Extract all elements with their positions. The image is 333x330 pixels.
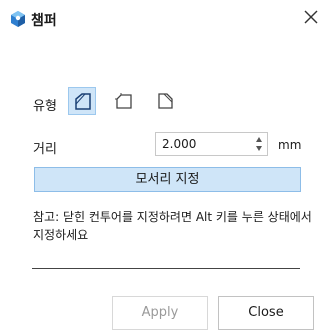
chamfer-two-distance-icon	[115, 93, 132, 109]
distance-label: 거리	[33, 142, 57, 157]
spinner-arrows-icon[interactable]	[254, 134, 264, 154]
hint-note: 참고: 닫힌 컨투어를 지정하려면 Alt 키를 누른 상태에서 지정하세요	[33, 210, 312, 242]
type-distance-angle-button[interactable]	[152, 87, 180, 115]
apply-button[interactable]: Apply	[112, 296, 208, 330]
distance-value: 2.000	[162, 137, 197, 151]
distance-unit: mm	[278, 138, 302, 152]
type-label: 유형	[33, 99, 57, 114]
window-title: 챔퍼	[31, 13, 57, 29]
select-edges-button[interactable]: 모서리 지정	[34, 167, 301, 192]
type-two-distance-button[interactable]	[110, 87, 138, 115]
divider	[32, 268, 300, 269]
chamfer-distance-angle-icon	[158, 93, 173, 109]
close-button[interactable]: Close	[218, 296, 314, 330]
title-bar: 챔퍼	[0, 0, 333, 36]
close-icon[interactable]	[299, 5, 323, 29]
type-equal-distance-button[interactable]	[68, 87, 96, 115]
chamfer-app-icon	[11, 11, 25, 27]
chamfer-equal-distance-icon	[75, 93, 91, 110]
distance-input[interactable]: 2.000	[155, 132, 268, 156]
